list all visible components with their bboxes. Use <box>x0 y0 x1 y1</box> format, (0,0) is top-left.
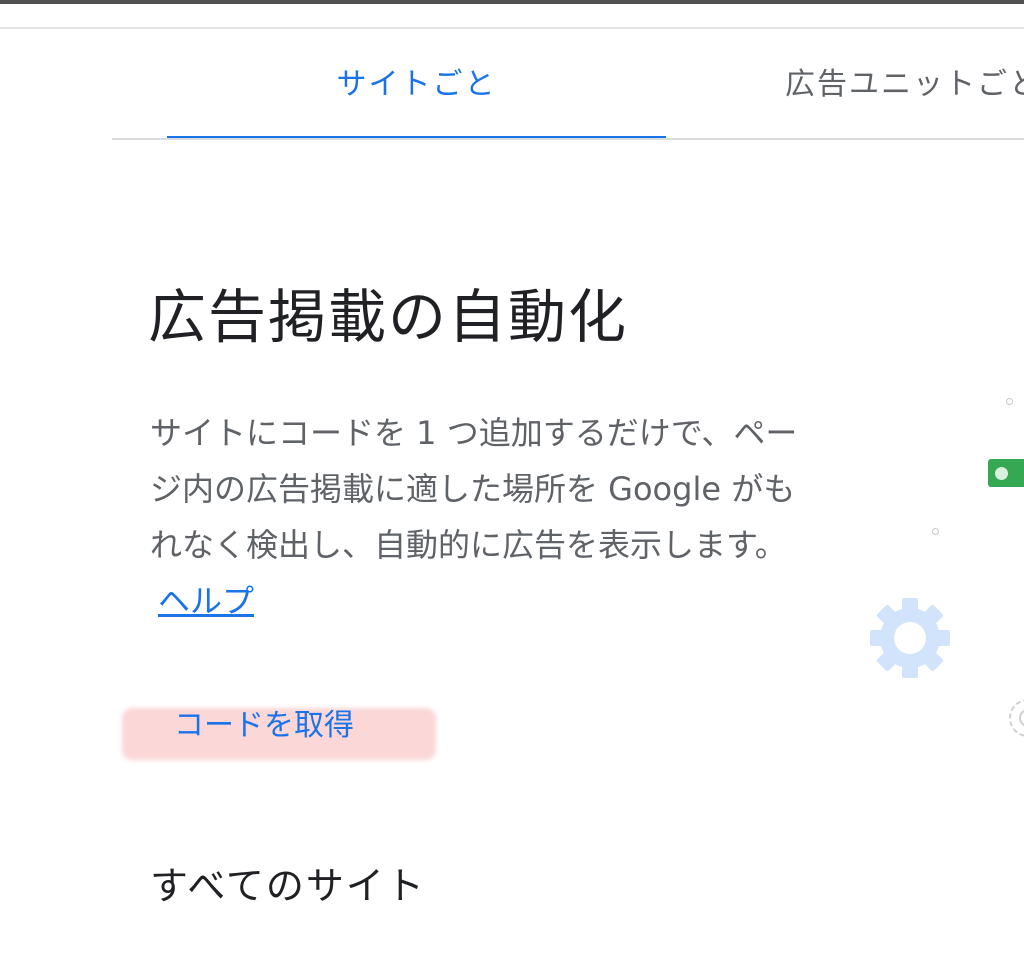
decor-dot <box>932 528 939 535</box>
page-title: 広告掲載の自動化 <box>148 283 629 351</box>
gear-icon <box>870 598 950 678</box>
decor-dot <box>1006 398 1013 405</box>
tab-per-site-label: サイトごと <box>336 67 497 102</box>
description: サイトにコードを 1 つ追加するだけで、ページ内の広告掲載に適した場所を Goo… <box>150 405 820 629</box>
window-top-border <box>0 0 1024 4</box>
toggle-icon <box>988 459 1024 487</box>
tab-per-ad-unit[interactable]: 広告ユニットごと <box>785 60 1024 140</box>
get-code-button[interactable]: コードを取得 <box>174 700 354 744</box>
tab-per-site[interactable]: サイトごと <box>167 60 666 140</box>
toggle-knob <box>995 467 1008 480</box>
header-divider <box>0 27 1024 29</box>
tab-per-ad-unit-label: 広告ユニットごと <box>785 67 1024 102</box>
description-text: サイトにコードを 1 つ追加するだけで、ページ内の広告掲載に適した場所を Goo… <box>150 414 798 564</box>
all-sites-heading: すべてのサイト <box>150 864 426 908</box>
help-link[interactable]: ヘルプ <box>158 582 254 620</box>
gear-outline-icon <box>1009 699 1024 737</box>
tabs-divider <box>112 138 1024 140</box>
